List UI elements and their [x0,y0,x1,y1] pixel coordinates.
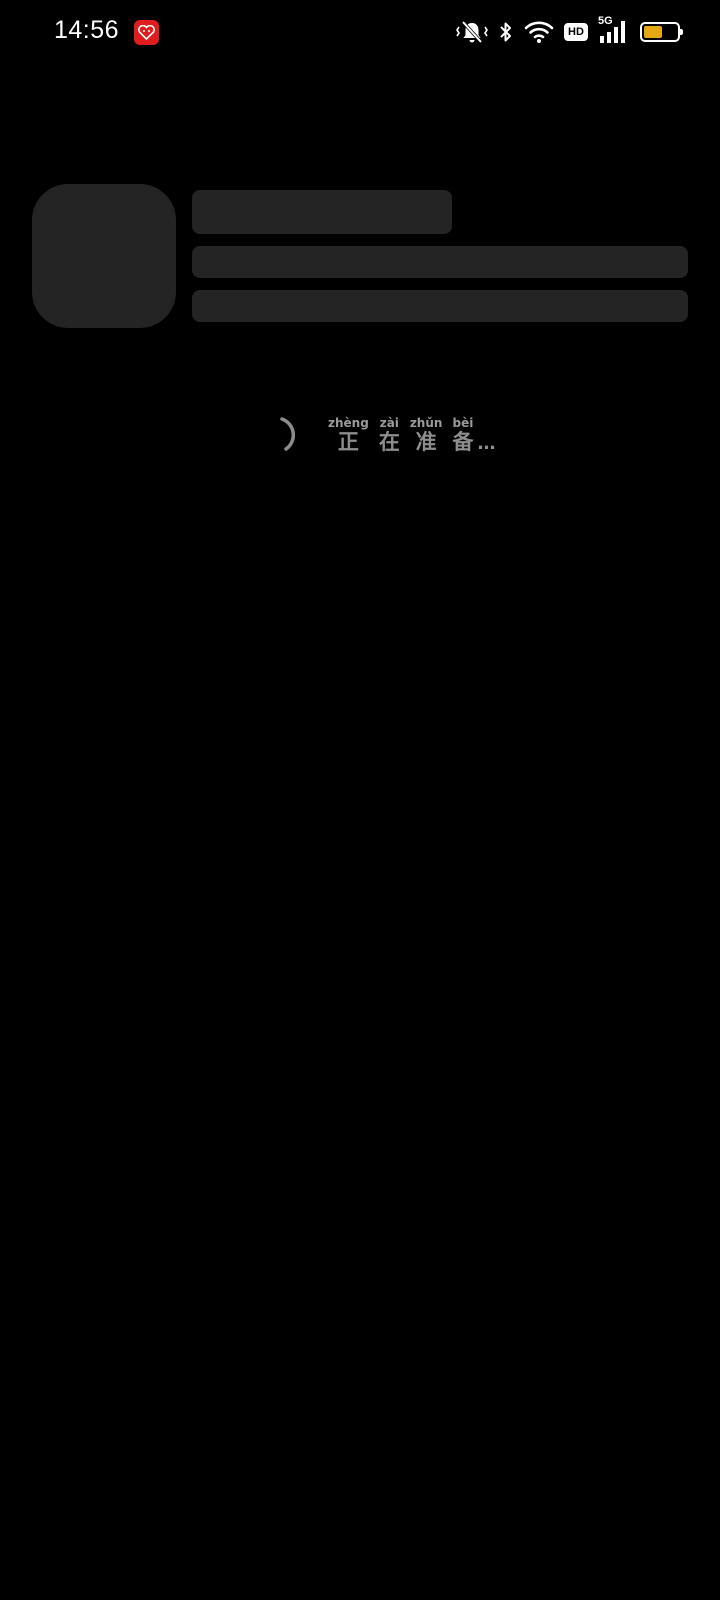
description-placeholder [192,290,688,322]
loading-char-3: 准zhǔn [409,416,443,454]
subtitle-placeholder [192,246,688,278]
5g-signal-icon: 5G [598,15,630,45]
loading-char-2: 在zài [378,416,400,454]
app-icon-placeholder [32,184,176,328]
hd-icon: HD [564,23,588,41]
battery-icon [640,22,683,42]
status-time: 14:56 [54,16,120,44]
bluetooth-icon [500,22,511,42]
loading-spinner-icon [280,417,296,451]
battery-level [644,26,662,38]
loading-ellipsis: … [477,433,496,454]
status-icons: HD 5G [456,15,683,46]
wifi-icon [524,21,554,43]
loading-char-4: 备bèi [452,416,474,454]
loading-indicator: 正zhèng 在zài 准zhǔn 备bèi … [270,410,495,456]
red-app-icon [134,20,159,45]
status-bar: 14:56 HD 5G [0,0,720,64]
title-placeholder [192,190,452,234]
screen: 14:56 HD 5G 正zhèng 在zài 准zhǔn 备bèi … [0,0,720,1600]
loading-char-1: 正zhèng [328,416,369,454]
mute-vibrate-icon [456,20,488,44]
loading-text: 正zhèng 在zài 准zhǔn 备bèi … [328,416,496,456]
